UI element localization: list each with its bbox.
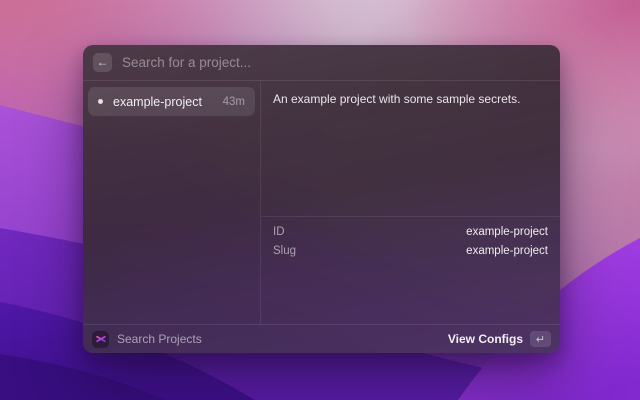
detail-pane: An example project with some sample secr… (261, 81, 560, 324)
command-name: Search Projects (117, 332, 202, 346)
back-button[interactable]: ← (93, 53, 112, 72)
metadata-label: Slug (273, 244, 297, 257)
bullet-icon (98, 99, 103, 104)
project-name: example-project (113, 94, 202, 109)
search-input[interactable] (122, 55, 550, 70)
metadata-section: ID example-project Slug example-project (261, 217, 560, 265)
metadata-row-id: ID example-project (273, 225, 548, 238)
primary-action-label: View Configs (447, 332, 523, 346)
content-area: example-project 43m An example project w… (83, 81, 560, 324)
metadata-value: example-project (466, 225, 548, 238)
footer-bar: Search Projects View Configs ↵ (83, 324, 560, 353)
project-age-badge: 43m (222, 95, 245, 108)
project-list: example-project 43m (83, 81, 261, 324)
extension-asterisk-icon (92, 330, 109, 348)
metadata-value: example-project (466, 244, 548, 257)
search-bar: ← (83, 45, 560, 81)
enter-key-icon: ↵ (530, 331, 551, 347)
view-configs-button[interactable]: View Configs ↵ (448, 331, 551, 347)
launcher-window: ← example-project 43m An example project… (83, 45, 560, 353)
project-description: An example project with some sample secr… (261, 81, 560, 217)
metadata-row-slug: Slug example-project (273, 244, 548, 257)
list-item-example-project[interactable]: example-project 43m (88, 87, 255, 116)
metadata-label: ID (273, 225, 285, 238)
back-arrow-icon: ← (96, 55, 109, 69)
